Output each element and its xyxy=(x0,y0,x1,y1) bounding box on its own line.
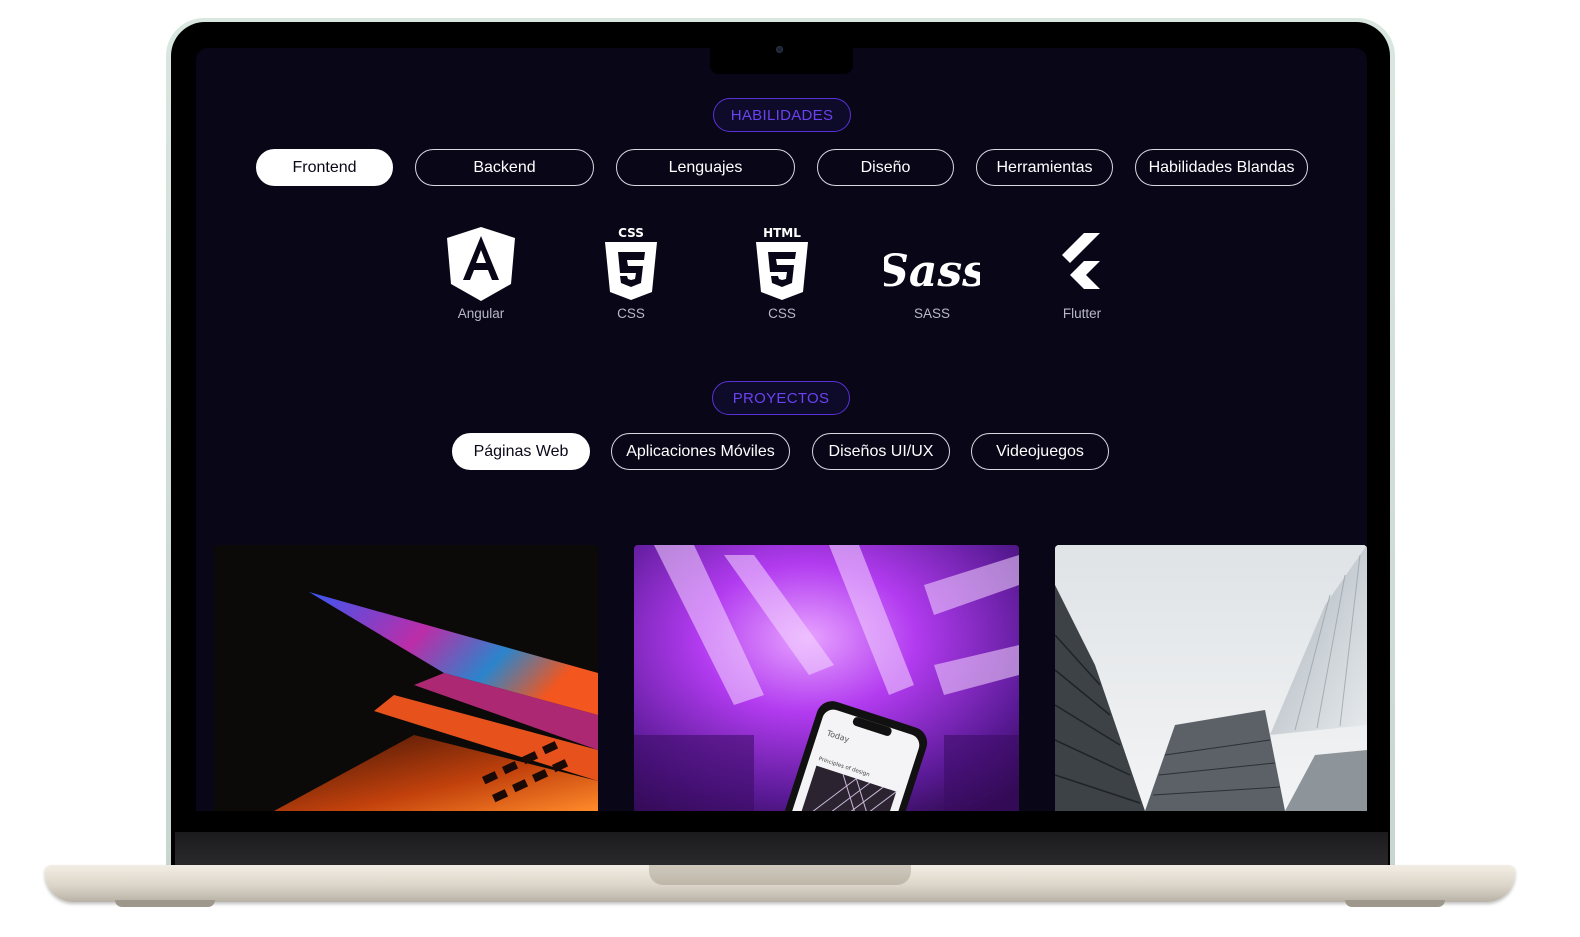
tab-backend[interactable]: Backend xyxy=(415,149,594,186)
svg-text:Sass: Sass xyxy=(884,246,980,297)
project-card-3[interactable] xyxy=(1055,545,1367,811)
project-card-2[interactable]: Today Principles of design xyxy=(634,545,1019,811)
html5-icon: HTML xyxy=(756,226,808,300)
laptop-screen: HABILIDADES Frontend Backend Lenguajes D… xyxy=(196,48,1367,811)
skills-section-title: HABILIDADES xyxy=(713,98,851,132)
tab-disenos-ui-ux[interactable]: Diseños UI/UX xyxy=(812,433,950,470)
projects-section-title: PROYECTOS xyxy=(712,381,850,415)
skill-label: SASS xyxy=(913,306,951,321)
tab-frontend[interactable]: Frontend xyxy=(256,149,393,186)
css3-badge: CSS xyxy=(618,226,644,240)
angular-icon xyxy=(447,227,515,301)
skill-css[interactable]: CSS CSS xyxy=(576,226,686,321)
sass-icon: Sass xyxy=(884,246,980,297)
laptop-hinge xyxy=(175,832,1388,866)
tab-paginas-web[interactable]: Páginas Web xyxy=(452,433,590,470)
skill-html[interactable]: HTML CSS xyxy=(727,226,837,321)
skill-angular[interactable]: Angular xyxy=(426,226,536,321)
project-card-1[interactable] xyxy=(214,545,598,811)
laptop-foot-right xyxy=(1345,900,1445,907)
skill-label: CSS xyxy=(768,306,796,321)
camera-icon xyxy=(776,46,783,53)
tab-habilidades-blandas[interactable]: Habilidades Blandas xyxy=(1135,149,1308,186)
skill-label: CSS xyxy=(617,306,645,321)
skill-label: Angular xyxy=(457,306,505,321)
tab-aplicaciones-moviles[interactable]: Aplicaciones Móviles xyxy=(611,433,790,470)
laptop-base-notch xyxy=(649,865,911,885)
flutter-icon xyxy=(1062,233,1100,289)
laptop-foot-left xyxy=(115,900,215,907)
tab-diseno[interactable]: Diseño xyxy=(817,149,954,186)
tab-herramientas[interactable]: Herramientas xyxy=(976,149,1113,186)
skill-flutter[interactable]: Flutter xyxy=(1027,226,1137,321)
css3-icon: CSS xyxy=(605,226,657,300)
tab-lenguajes[interactable]: Lenguajes xyxy=(616,149,795,186)
skill-label: Flutter xyxy=(1062,306,1102,321)
html5-badge: HTML xyxy=(763,226,801,240)
tab-videojuegos[interactable]: Videojuegos xyxy=(971,433,1109,470)
phone-neon-photo: Today Principles of design xyxy=(634,545,1019,811)
skyscrapers-photo xyxy=(1055,545,1367,811)
laptop-photo xyxy=(214,545,598,811)
skill-sass[interactable]: Sass SASS xyxy=(877,226,987,321)
